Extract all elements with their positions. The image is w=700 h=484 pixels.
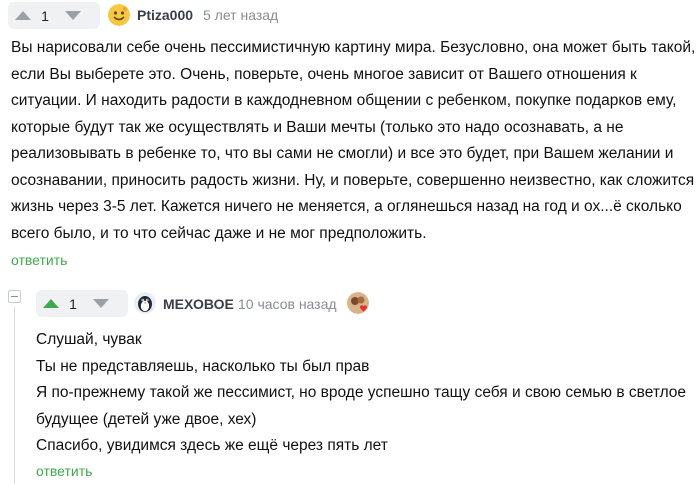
vote-box: 1 (36, 290, 128, 317)
arrow-up-icon (43, 299, 59, 308)
vote-box: 1 (8, 2, 100, 29)
downvote-button[interactable] (86, 290, 116, 317)
thread-line[interactable] (14, 307, 15, 484)
comment-time[interactable]: 10 часов назад (238, 296, 337, 312)
penguin-avatar-icon[interactable] (134, 292, 156, 314)
comment-paragraph: Ты не представляешь, насколько ты был пр… (36, 357, 370, 375)
arrow-down-icon (65, 11, 81, 20)
heart-badge-icon (347, 292, 369, 314)
comment-body: Слушай, чувак Ты не представляешь, наско… (36, 327, 696, 460)
smiley-avatar-icon[interactable] (108, 4, 130, 26)
comment-body: Вы нарисовали себе очень пессимистичную … (11, 35, 696, 247)
comment-paragraph: Я по-прежнему такой же пессимист, но вро… (36, 384, 687, 428)
rating-count: 1 (69, 295, 77, 312)
comment-time[interactable]: 5 лет назад (203, 7, 278, 23)
reply-link[interactable]: ответить (11, 252, 67, 268)
arrow-up-icon (15, 11, 31, 20)
rating-count: 1 (41, 7, 49, 24)
arrow-down-icon (93, 299, 109, 308)
upvote-button[interactable] (8, 2, 38, 29)
reply-link[interactable]: ответить (36, 463, 92, 479)
comment-paragraph: Спасибо, увидимся здесь же ещё через пят… (36, 437, 388, 454)
comment-paragraph: Вы нарисовали себе очень пессимистичную … (11, 39, 696, 242)
upvote-button[interactable] (36, 290, 66, 317)
author-name[interactable]: МЕХОВОЕ (163, 296, 234, 312)
comment-paragraph: Слушай, чувак (36, 331, 142, 348)
author-name[interactable]: Ptiza000 (137, 7, 193, 23)
collapse-thread-button[interactable] (8, 290, 21, 303)
downvote-button[interactable] (58, 2, 88, 29)
minus-icon (11, 296, 18, 297)
